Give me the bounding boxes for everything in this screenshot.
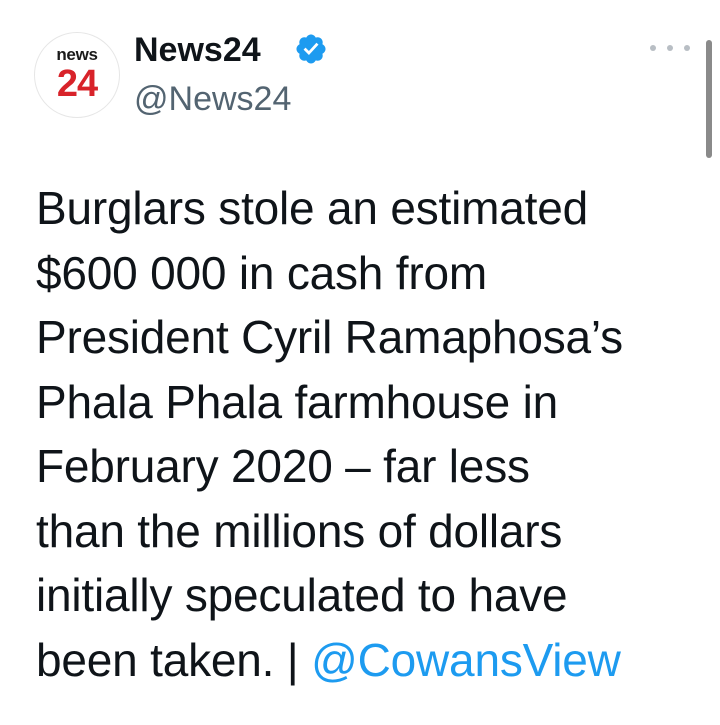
author-display-name[interactable]: News24 <box>134 30 261 70</box>
tweet-text: Burglars stole an estimated $600 000 in … <box>36 176 706 692</box>
tweet-card: news 24 News24 @News24 Burglars stole an… <box>0 0 720 725</box>
more-options-icon[interactable] <box>650 38 690 58</box>
avatar-logo-24-text: 24 <box>56 63 98 105</box>
more-dot-icon <box>684 45 690 51</box>
more-dot-icon <box>650 45 656 51</box>
author-handle[interactable]: @News24 <box>134 78 291 120</box>
verified-badge-icon <box>296 34 326 64</box>
avatar[interactable]: news 24 <box>34 32 120 118</box>
mention-link[interactable]: @CowansView <box>311 634 621 686</box>
scrollbar[interactable] <box>706 40 712 158</box>
avatar-logo-news-text: news <box>56 45 98 64</box>
more-dot-icon <box>667 45 673 51</box>
tweet-body-text: Burglars stole an estimated $600 000 in … <box>36 182 623 686</box>
